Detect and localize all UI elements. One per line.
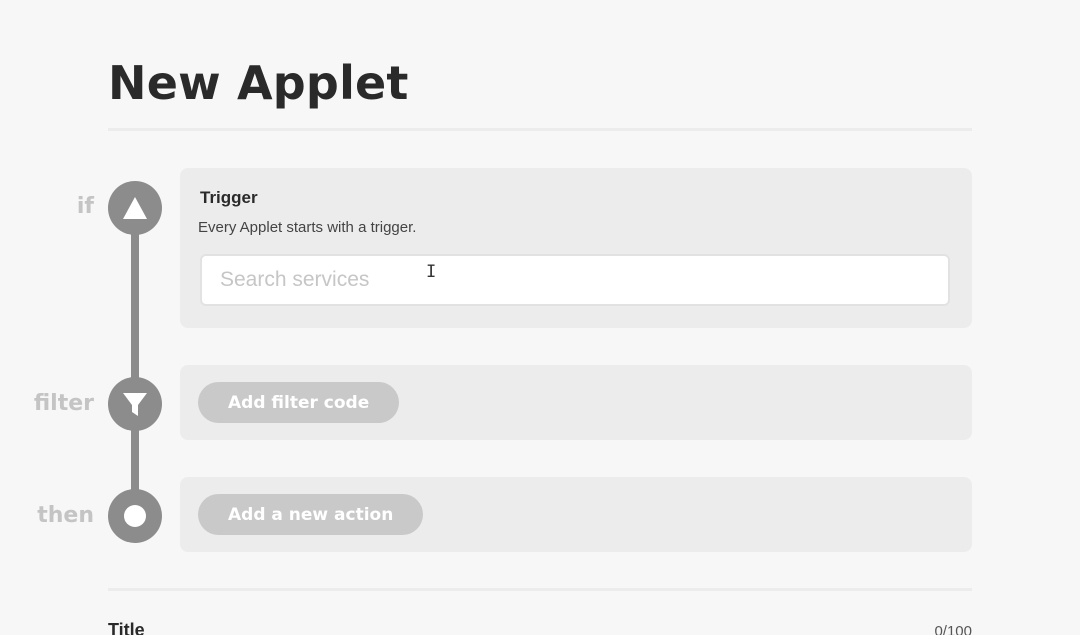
title-char-counter: 0/100: [934, 623, 972, 635]
trigger-subtitle: Every Applet starts with a trigger.: [198, 219, 417, 236]
section-divider: [108, 588, 972, 591]
step-label-then: then: [37, 503, 94, 528]
trigger-card: Trigger Every Applet starts with a trigg…: [180, 168, 972, 328]
timeline-line: [131, 208, 139, 516]
search-services-input[interactable]: [200, 254, 950, 306]
text-cursor-icon: I: [426, 262, 437, 282]
ring-icon: [108, 489, 162, 543]
header-divider: [108, 128, 972, 131]
title-field-label: Title: [108, 620, 145, 635]
trigger-title: Trigger: [200, 188, 258, 207]
funnel-icon: [108, 377, 162, 431]
action-card: Add a new action: [180, 477, 972, 552]
add-filter-code-button[interactable]: Add filter code: [198, 382, 400, 423]
triangle-icon: [108, 181, 162, 235]
add-new-action-button[interactable]: Add a new action: [198, 494, 424, 535]
page-title: New Applet: [108, 56, 409, 110]
step-label-filter: filter: [33, 391, 94, 416]
step-label-if: if: [76, 194, 94, 219]
filter-card: Add filter code: [180, 365, 972, 440]
new-applet-page: New Applet if filter then Trigger Every …: [0, 0, 1080, 635]
